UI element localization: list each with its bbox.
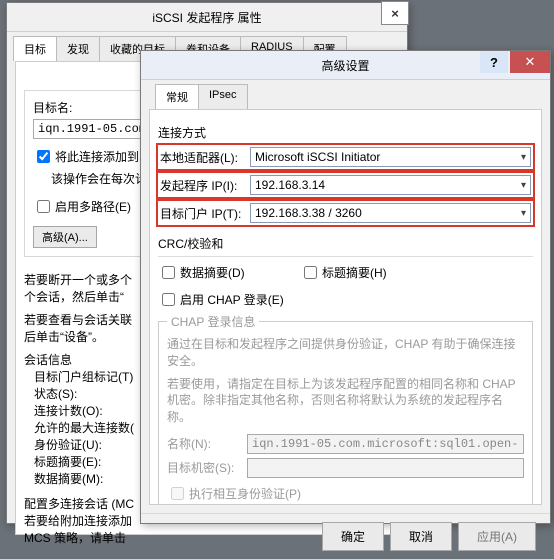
dialog-tabs: 常规 IPsec [141, 80, 550, 109]
adapter-label: 本地适配器(L): [160, 149, 250, 166]
enable-chap-label: 启用 CHAP 登录(E) [180, 291, 284, 308]
close-icon[interactable]: × [381, 1, 409, 25]
apply-button[interactable]: 应用(A) [458, 522, 536, 551]
adapter-select[interactable]: Microsoft iSCSI Initiator ▾ [250, 147, 531, 167]
multipath-label: 启用多路径(E) [55, 198, 131, 215]
ok-button[interactable]: 确定 [322, 522, 384, 551]
tab-discover[interactable]: 发现 [56, 36, 100, 61]
target-ip-select[interactable]: 192.168.3.38 / 3260 ▾ [250, 203, 531, 223]
chap-name-input [247, 434, 524, 454]
chap-name-label: 名称(N): [167, 435, 247, 452]
crc-title: CRC/校验和 [158, 235, 533, 252]
multipath-checkbox[interactable] [37, 200, 50, 213]
conn-method-label: 连接方式 [158, 124, 533, 141]
header-digest-checkbox[interactable] [304, 266, 317, 279]
chap-note2: 若要使用，请指定在目标上为该发起程序配置的相同名称和 CHAP 机密。除非指定其… [167, 376, 524, 426]
data-digest-label: 数据摘要(D) [180, 264, 300, 281]
chap-secret-label: 目标机密(S): [167, 459, 247, 476]
dialog-title: 高级设置 [321, 57, 369, 74]
chevron-down-icon: ▾ [521, 152, 526, 163]
mutual-auth-label: 执行相互身份验证(P) [189, 485, 301, 502]
initiator-ip-select[interactable]: 192.168.3.14 ▾ [250, 175, 531, 195]
close-icon[interactable]: ✕ [510, 51, 550, 73]
initiator-ip-label: 发起程序 IP(I): [160, 177, 250, 194]
cancel-button[interactable]: 取消 [390, 522, 452, 551]
chap-group-label: CHAP 登录信息 [167, 313, 259, 330]
chevron-down-icon: ▾ [521, 208, 526, 219]
tab-target[interactable]: 目标 [13, 36, 57, 61]
target-ip-label: 目标门户 IP(T): [160, 205, 250, 222]
dialog-titlebar: 高级设置 ? ✕ [141, 51, 550, 80]
data-digest-checkbox[interactable] [162, 266, 175, 279]
adapter-value: Microsoft iSCSI Initiator [255, 150, 380, 164]
header-digest-label: 标题摘要(H) [322, 264, 387, 281]
parent-title: iSCSI 发起程序 属性 [152, 9, 261, 26]
mutual-auth-checkbox [171, 487, 184, 500]
chap-secret-input [247, 458, 524, 478]
target-name-input[interactable] [33, 119, 153, 139]
add-favorite-checkbox[interactable] [37, 150, 50, 163]
chap-note: 通过在目标和发起程序之间提供身份验证，CHAP 有助于确保连接安全。 [167, 336, 524, 370]
target-ip-value: 192.168.3.38 / 3260 [255, 206, 362, 220]
advanced-button[interactable]: 高级(A)... [33, 226, 97, 248]
parent-titlebar: iSCSI 发起程序 属性 × [7, 3, 407, 32]
tab-general[interactable]: 常规 [155, 84, 199, 109]
tab-ipsec[interactable]: IPsec [198, 84, 248, 109]
chevron-down-icon: ▾ [521, 180, 526, 191]
initiator-ip-value: 192.168.3.14 [255, 178, 325, 192]
enable-chap-checkbox[interactable] [162, 293, 175, 306]
help-icon[interactable]: ? [480, 51, 508, 73]
